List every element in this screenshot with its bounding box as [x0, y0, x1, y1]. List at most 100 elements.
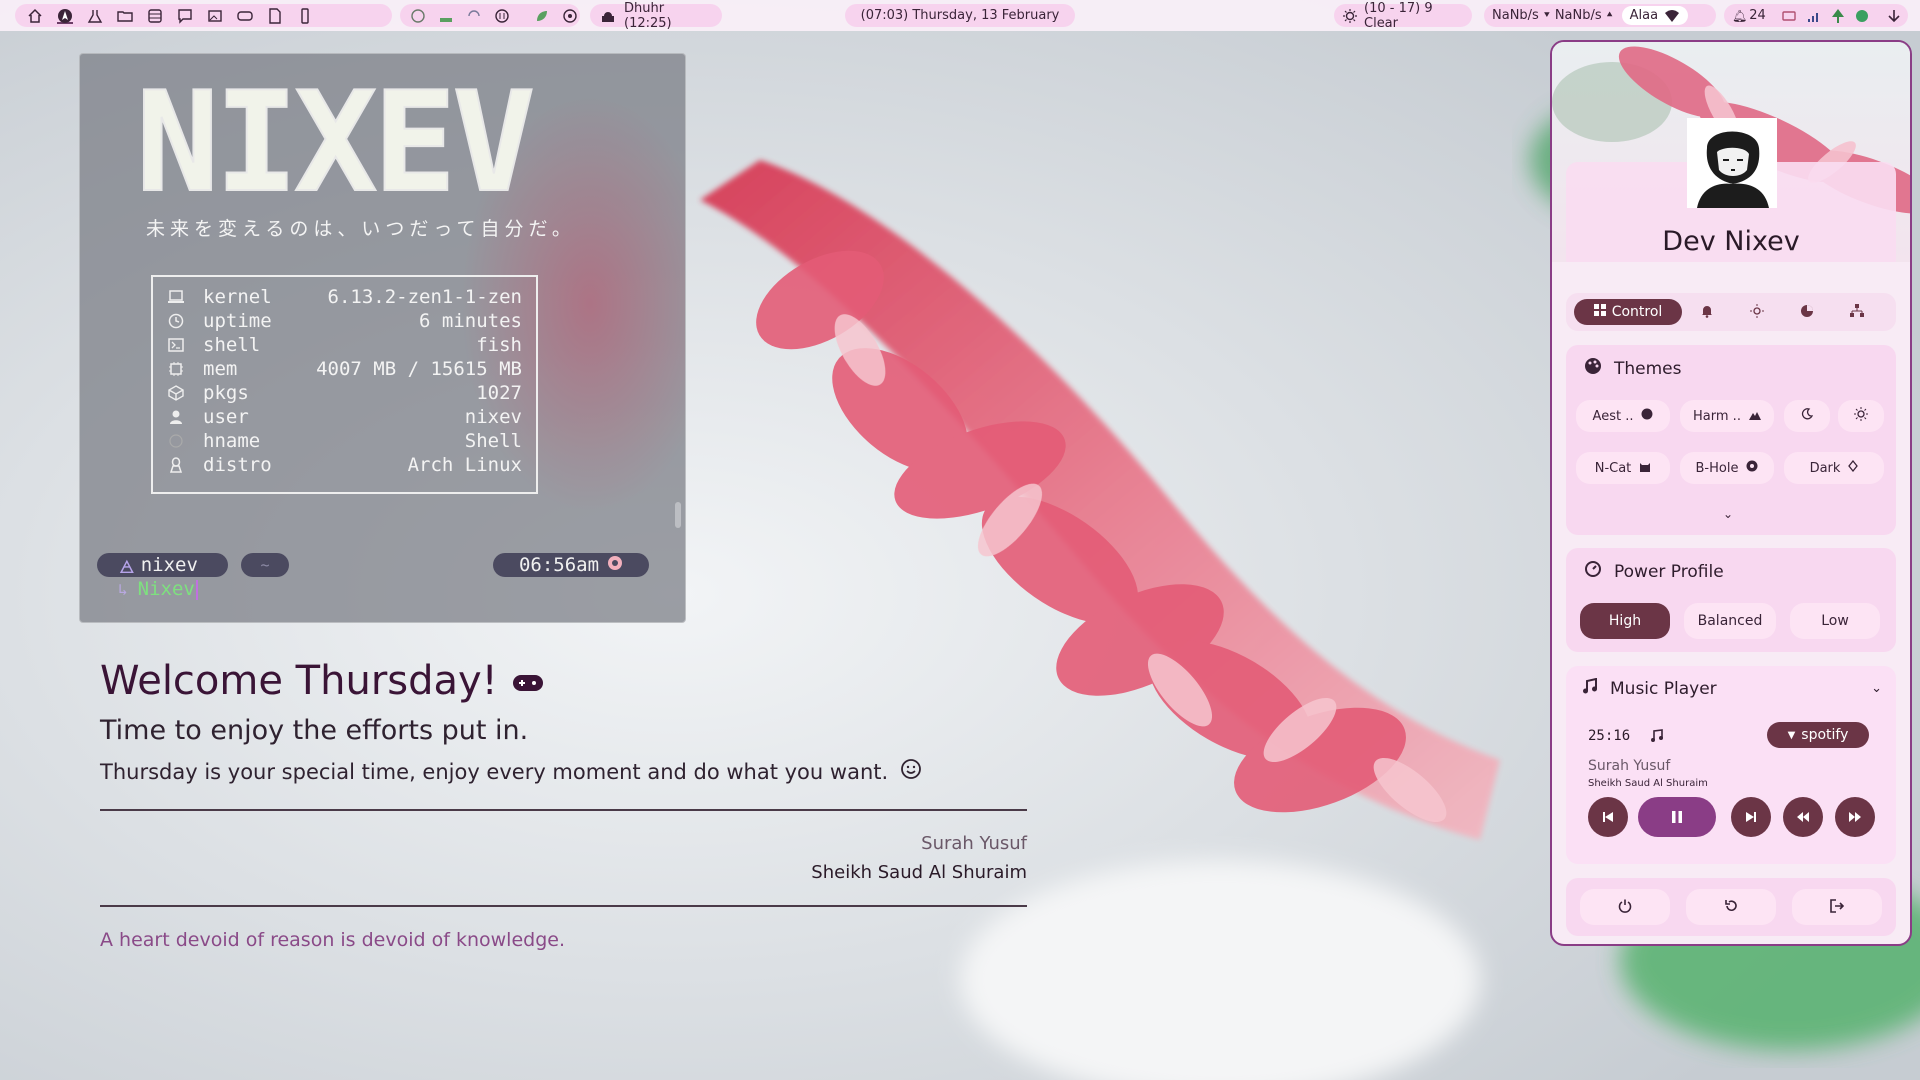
notif-count: 24: [1749, 8, 1766, 23]
gamepad-icon[interactable]: [237, 8, 253, 24]
logo-text: NIXEV: [136, 70, 532, 220]
theme-ncat[interactable]: N-Cat: [1576, 452, 1670, 484]
theme-harmony[interactable]: Harm ..: [1680, 400, 1774, 432]
previous-button[interactable]: [1588, 797, 1628, 837]
chip-icon: [167, 361, 185, 377]
motto: 未来を変えるのは、いつだって自分だ。: [146, 218, 576, 240]
theme-label: N-Cat: [1594, 460, 1632, 476]
gamepad-icon: [512, 658, 544, 704]
theme-label: Aest ..: [1592, 408, 1634, 424]
download-icon[interactable]: [1886, 8, 1902, 24]
power-balanced-button[interactable]: Balanced: [1684, 603, 1776, 639]
logout-button[interactable]: [1792, 889, 1882, 925]
leaf-icon[interactable]: [534, 8, 550, 24]
prompt-user: 🜁 nixev: [97, 553, 228, 578]
weather[interactable]: (10 - 17) 9 Clear: [1334, 1, 1472, 31]
next-button[interactable]: [1731, 797, 1771, 837]
disc-icon[interactable]: [562, 8, 578, 24]
chevron-down-icon: ⯆: [1542, 10, 1551, 21]
home-icon[interactable]: [27, 8, 43, 24]
status-tray: 🔔︎ 24: [1724, 4, 1908, 27]
power-profile-card: Power Profile High Balanced Low: [1566, 548, 1896, 652]
bell-icon: [1700, 303, 1714, 322]
return-arrow-icon: ↳: [118, 579, 128, 599]
cat-icon: [1639, 460, 1651, 476]
restart-button[interactable]: [1686, 889, 1776, 925]
power-low-button[interactable]: Low: [1790, 603, 1880, 639]
database-icon[interactable]: [147, 8, 163, 24]
fast-forward-button[interactable]: [1835, 797, 1875, 837]
welcome-description-text: Thursday is your special time, enjoy eve…: [100, 759, 889, 784]
folder-icon[interactable]: [117, 8, 133, 24]
linux-icon: [167, 457, 185, 473]
sysinfo-value: 6 minutes: [419, 310, 522, 332]
chevron-down-icon: ⌄: [1871, 681, 1882, 696]
datetime[interactable]: (07:03) Thursday, 13 February: [845, 4, 1075, 27]
sysinfo-row: pkgs 1027: [167, 381, 522, 405]
audio-icon[interactable]: [494, 8, 510, 24]
tray-bar: [400, 4, 580, 27]
rewind-button[interactable]: [1783, 797, 1823, 837]
image-icon[interactable]: [207, 8, 223, 24]
command-text: Nixev: [137, 578, 195, 600]
terminal-scrollbar[interactable]: [675, 502, 681, 528]
sysinfo-row: mem 4007 MB / 15615 MB: [167, 357, 522, 381]
music-header[interactable]: Music Player ⌄: [1582, 677, 1882, 699]
sysinfo-box: kernel 6.13.2-zen1-1-zen uptime 6 minute…: [151, 275, 538, 494]
command-line[interactable]: ↳ Nixev: [118, 578, 198, 600]
net-down-label: NaNb/s: [1492, 8, 1539, 23]
power-status-icon[interactable]: [1854, 8, 1870, 24]
notifications[interactable]: 🔔︎ 24: [1732, 8, 1766, 23]
sync-icon[interactable]: [466, 8, 482, 24]
terminal-icon: [167, 338, 185, 352]
divider: [100, 905, 1027, 907]
sysinfo-value: nixev: [464, 406, 522, 428]
player-source-button[interactable]: ▼ spotify: [1767, 722, 1869, 748]
quote-title: Surah Yusuf: [921, 833, 1027, 854]
sun-icon: [1854, 407, 1868, 425]
theme-aesthetic[interactable]: Aest ..: [1576, 400, 1670, 432]
battery-icon[interactable]: [1782, 8, 1798, 24]
restart-icon: [1724, 898, 1738, 917]
expand-chevron-icon[interactable]: ⌄: [1723, 507, 1733, 521]
power-high-button[interactable]: High: [1580, 603, 1670, 639]
tree-icon[interactable]: [1830, 8, 1846, 24]
tray-icon[interactable]: [438, 8, 454, 24]
prayer-time[interactable]: Dhuhr (12:25): [590, 1, 722, 31]
flask-icon[interactable]: [87, 8, 103, 24]
sysinfo-row: kernel 6.13.2-zen1-1-zen: [167, 285, 522, 309]
chat-icon[interactable]: [177, 8, 193, 24]
theme-night[interactable]: [1784, 400, 1830, 432]
pause-button[interactable]: [1638, 797, 1716, 837]
terminal-window[interactable]: NIXEV 未来を変えるのは、いつだって自分だ。 kernel 6.13.2-z…: [79, 53, 686, 623]
prompt-user-label: nixev: [140, 554, 198, 576]
theme-day[interactable]: [1838, 400, 1884, 432]
flower-icon: [607, 554, 623, 576]
tab-network[interactable]: [1832, 299, 1882, 325]
shutdown-button[interactable]: [1580, 889, 1670, 925]
tab-stats[interactable]: [1782, 299, 1832, 325]
tab-control-label: Control: [1611, 304, 1663, 320]
signal-icon[interactable]: [1806, 8, 1822, 24]
sysinfo-key: mem: [203, 358, 238, 380]
network-speed[interactable]: NaNb/s ⯆ NaNb/s ⯅ Alaa: [1484, 4, 1716, 27]
tab-notifications[interactable]: [1682, 299, 1732, 325]
sysinfo-value: Shell: [464, 430, 522, 452]
track-artist: Sheikh Saud Al Shuraim: [1588, 778, 1708, 789]
clock-icon: [167, 313, 185, 329]
avatar[interactable]: [1687, 118, 1777, 208]
theme-dark[interactable]: Dark: [1784, 452, 1884, 484]
arch-icon[interactable]: [57, 8, 73, 24]
tab-control[interactable]: Control: [1574, 299, 1682, 325]
nixev-logo: NIXEV: [135, 70, 537, 220]
power-icon: [1618, 898, 1632, 917]
workspace-bar: [15, 4, 392, 27]
document-icon[interactable]: [267, 7, 283, 24]
theme-bhole[interactable]: B-Hole: [1680, 452, 1774, 484]
phone-icon[interactable]: [297, 7, 313, 24]
profile-name: Dev Nixev: [1662, 226, 1800, 257]
sysinfo-key: distro: [203, 454, 272, 476]
pulse-icon[interactable]: [410, 8, 426, 24]
wifi-chip[interactable]: Alaa: [1621, 6, 1689, 25]
tab-brightness[interactable]: [1732, 299, 1782, 325]
